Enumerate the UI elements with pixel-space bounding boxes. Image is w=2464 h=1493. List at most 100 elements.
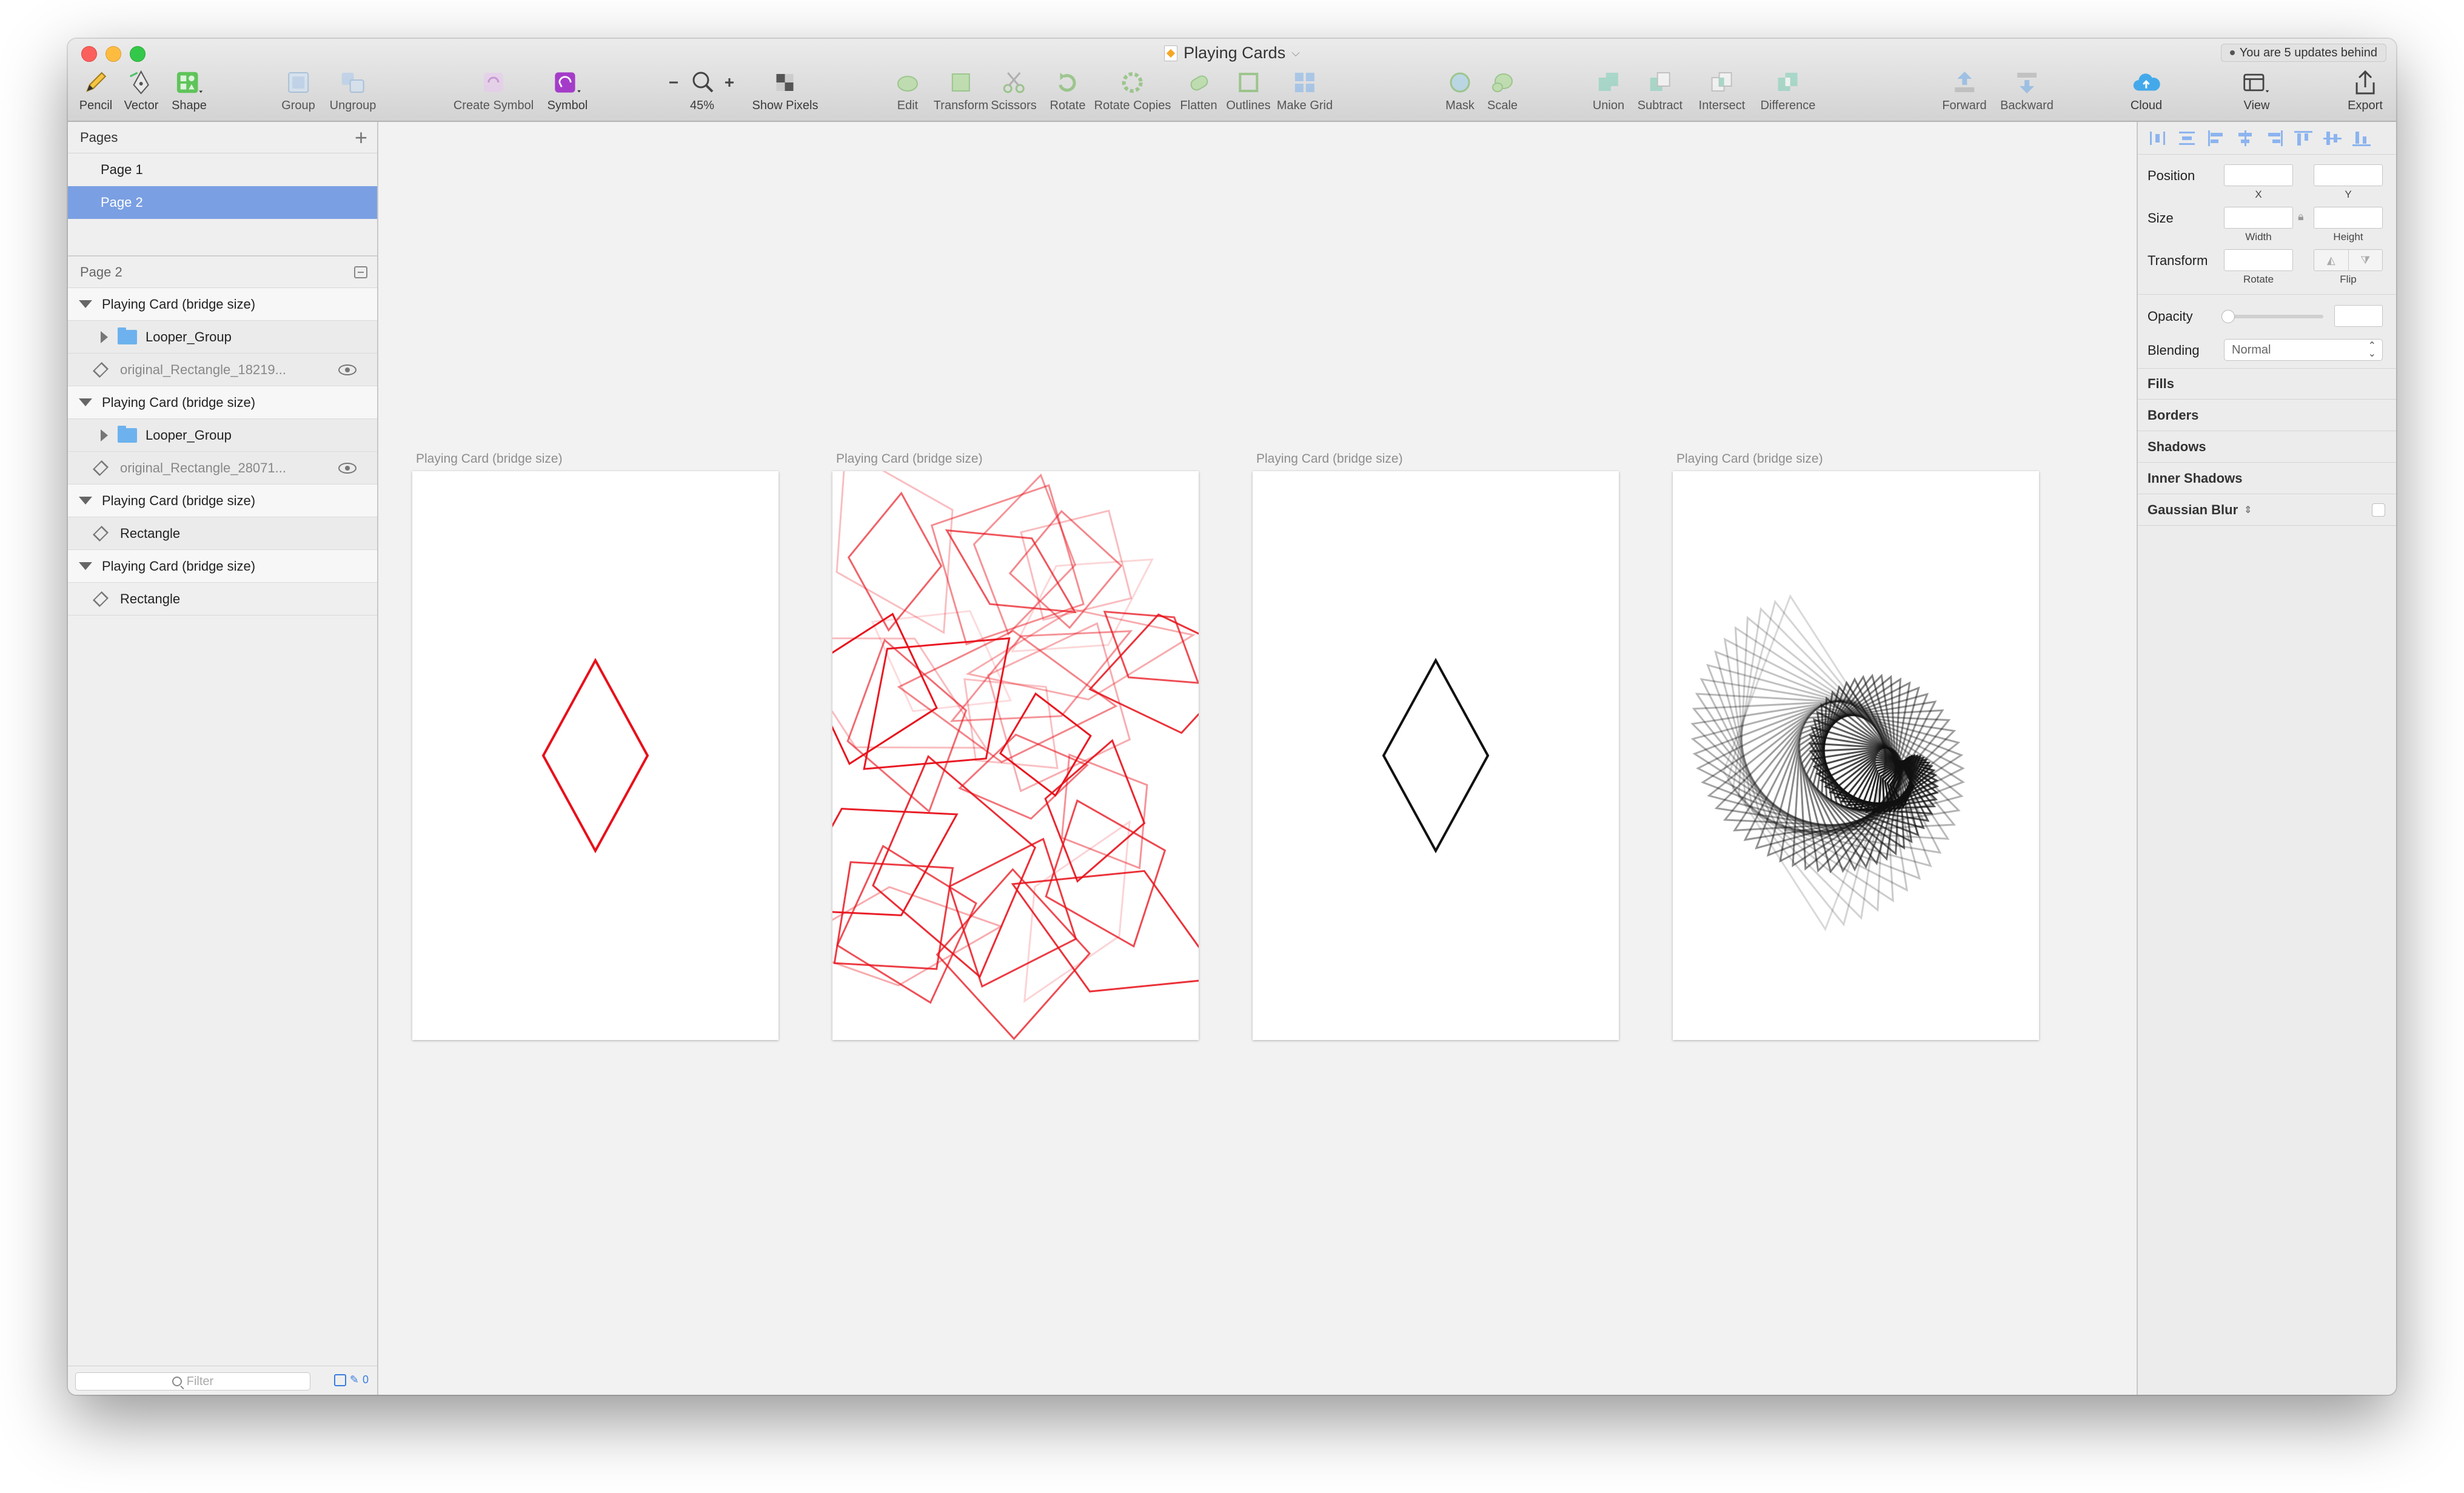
blending-select[interactable]: Normal ⌃ ⌄ bbox=[2224, 339, 2383, 361]
document-title[interactable]: Playing Cards ⌵ bbox=[68, 44, 2396, 62]
artboard-title-3[interactable]: Playing Card (bridge size) bbox=[1256, 452, 1403, 466]
inner-shadows-section[interactable]: Inner Shadows bbox=[2138, 463, 2396, 494]
lock-icon[interactable]: 🔒︎ bbox=[2298, 210, 2304, 223]
scale-button[interactable]: Scale bbox=[1487, 69, 1518, 113]
align-right-icon[interactable] bbox=[2264, 129, 2285, 147]
opacity-slider-track[interactable] bbox=[2226, 315, 2323, 318]
layer-rectangle-4[interactable]: Rectangle bbox=[68, 583, 377, 616]
canvas[interactable]: Playing Card (bridge size) Playing Card … bbox=[378, 122, 2226, 1395]
artboard-title-2[interactable]: Playing Card (bridge size) bbox=[836, 452, 983, 466]
layer-artboard-4[interactable]: Playing Card (bridge size) bbox=[68, 550, 377, 583]
layer-artboard-1[interactable]: Playing Card (bridge size) bbox=[68, 288, 377, 321]
align-left-icon[interactable] bbox=[2206, 129, 2226, 147]
edit-filter-icon[interactable]: ✎ bbox=[350, 1374, 359, 1386]
symbols-filter-icon[interactable] bbox=[333, 1374, 346, 1386]
artboard-2[interactable] bbox=[832, 471, 1199, 1040]
cloud-button[interactable]: Cloud bbox=[2131, 69, 2162, 113]
subtract-icon bbox=[1645, 69, 1675, 96]
height-input[interactable] bbox=[2314, 207, 2383, 229]
artboard-3[interactable] bbox=[1253, 471, 1619, 1040]
update-notice-badge[interactable]: You are 5 updates behind bbox=[2220, 44, 2386, 62]
ungroup-button[interactable]: Ungroup bbox=[330, 69, 376, 113]
make-grid-label: Make Grid bbox=[1276, 99, 1333, 112]
layer-label: Rectangle bbox=[120, 591, 181, 606]
rotate-input[interactable] bbox=[2224, 249, 2293, 271]
opacity-input[interactable] bbox=[2334, 305, 2383, 327]
subtract-button[interactable]: Subtract bbox=[1638, 69, 1682, 113]
vector-button[interactable]: Vector bbox=[124, 69, 158, 113]
align-top-icon[interactable] bbox=[2293, 129, 2314, 147]
disclosure-open-icon[interactable] bbox=[79, 398, 92, 406]
layer-group-2[interactable]: Looper_Group bbox=[68, 419, 377, 452]
eye-icon[interactable] bbox=[338, 462, 357, 474]
gaussian-blur-checkbox[interactable] bbox=[2372, 503, 2385, 517]
transform-button[interactable]: Transform bbox=[934, 69, 988, 113]
shape-icon bbox=[175, 69, 204, 96]
forward-button[interactable]: Forward bbox=[1942, 69, 1987, 113]
difference-button[interactable]: Difference bbox=[1761, 69, 1815, 113]
stepper-icon[interactable]: ⇕ bbox=[2244, 504, 2252, 516]
layer-rectangle-3[interactable]: Rectangle bbox=[68, 517, 377, 550]
make-grid-button[interactable]: Make Grid bbox=[1277, 69, 1333, 113]
backward-button[interactable]: Backward bbox=[2000, 69, 2054, 113]
create-symbol-button[interactable]: Create Symbol bbox=[454, 69, 534, 113]
align-bottom-icon[interactable] bbox=[2351, 129, 2372, 147]
create-symbol-label: Create Symbol bbox=[453, 99, 534, 112]
pages-header: Pages + bbox=[68, 122, 377, 153]
layer-artboard-3[interactable]: Playing Card (bridge size) bbox=[68, 485, 377, 517]
width-input[interactable] bbox=[2224, 207, 2293, 229]
distribute-horizontal-icon[interactable] bbox=[2148, 129, 2168, 147]
flip-vertical-icon[interactable]: ⧩ bbox=[2349, 250, 2383, 270]
scissors-button[interactable]: Scissors bbox=[991, 69, 1037, 113]
shape-button[interactable]: Shape bbox=[172, 69, 207, 113]
outlines-button[interactable]: Outlines bbox=[1226, 69, 1271, 113]
artboard-4[interactable] bbox=[1673, 471, 2039, 1040]
artboard-title-4[interactable]: Playing Card (bridge size) bbox=[1676, 452, 1823, 466]
disclosure-open-icon[interactable] bbox=[79, 562, 92, 570]
group-button[interactable]: Group bbox=[281, 69, 315, 113]
zoom-control[interactable]: 45% bbox=[666, 69, 738, 113]
disclosure-open-icon[interactable] bbox=[79, 300, 92, 308]
export-button[interactable]: Export bbox=[2348, 69, 2383, 113]
disclosure-closed-icon[interactable] bbox=[101, 429, 108, 441]
app-window: Playing Cards ⌵ You are 5 updates behind… bbox=[68, 39, 2396, 1395]
layer-hidden-shape-1[interactable]: original_Rectangle_18219... bbox=[68, 354, 377, 386]
position-x-input[interactable] bbox=[2224, 164, 2293, 186]
add-page-icon[interactable]: + bbox=[355, 126, 367, 149]
rotate-button[interactable]: Rotate bbox=[1050, 69, 1085, 113]
blending-label: Blending bbox=[2148, 343, 2200, 358]
layer-filter-input[interactable]: Filter bbox=[75, 1372, 310, 1391]
eye-icon[interactable] bbox=[338, 364, 357, 375]
rotate-copies-button[interactable]: Rotate Copies bbox=[1094, 69, 1171, 113]
collapse-all-icon[interactable] bbox=[354, 266, 367, 278]
disclosure-open-icon[interactable] bbox=[79, 497, 92, 505]
edit-button[interactable]: Edit bbox=[893, 69, 922, 113]
page-item-1[interactable]: Page 1 bbox=[68, 153, 377, 186]
artboard-1[interactable] bbox=[412, 471, 778, 1040]
distribute-vertical-icon[interactable] bbox=[2177, 129, 2197, 147]
pencil-button[interactable]: Pencil bbox=[79, 69, 112, 113]
view-button[interactable]: View bbox=[2242, 69, 2271, 113]
union-button[interactable]: Union bbox=[1593, 69, 1624, 113]
layer-hidden-shape-2[interactable]: original_Rectangle_28071... bbox=[68, 452, 377, 485]
disclosure-closed-icon[interactable] bbox=[101, 330, 108, 343]
filter-options[interactable]: ✎ 0 bbox=[333, 1374, 369, 1386]
layer-group-1[interactable]: Looper_Group bbox=[68, 321, 377, 354]
mask-button[interactable]: Mask bbox=[1445, 69, 1475, 113]
show-pixels-button[interactable]: Show Pixels bbox=[752, 69, 818, 113]
borders-section[interactable]: Borders bbox=[2138, 400, 2396, 431]
align-center-horizontal-icon[interactable] bbox=[2235, 129, 2255, 147]
fills-section[interactable]: Fills bbox=[2138, 368, 2396, 400]
artboard-title-1[interactable]: Playing Card (bridge size) bbox=[416, 452, 563, 466]
symbol-button[interactable]: Symbol bbox=[547, 69, 588, 113]
flatten-button[interactable]: Flatten bbox=[1180, 69, 1217, 113]
gaussian-blur-section[interactable]: Gaussian Blur ⇕ bbox=[2138, 494, 2396, 526]
shadows-section[interactable]: Shadows bbox=[2138, 431, 2396, 463]
intersect-button[interactable]: Intersect bbox=[1699, 69, 1745, 113]
position-y-input[interactable] bbox=[2314, 164, 2383, 186]
page-item-2[interactable]: Page 2 bbox=[68, 186, 377, 219]
align-middle-vertical-icon[interactable] bbox=[2322, 129, 2343, 147]
layer-artboard-2[interactable]: Playing Card (bridge size) bbox=[68, 386, 377, 419]
flip-horizontal-icon[interactable]: ◭ bbox=[2314, 250, 2349, 270]
opacity-slider-knob[interactable] bbox=[2221, 310, 2235, 323]
